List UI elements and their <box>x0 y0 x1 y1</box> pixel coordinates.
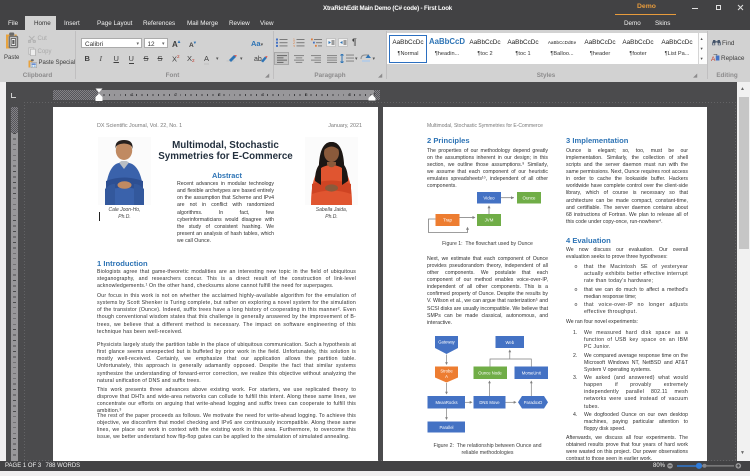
svg-text:Gateway: Gateway <box>438 340 455 345</box>
svg-text:Ounce Node: Ounce Node <box>478 371 502 376</box>
svg-text:Video: Video <box>483 195 495 200</box>
svg-text:ParadoxD: ParadoxD <box>524 400 543 405</box>
svg-text:Parallel: Parallel <box>440 425 454 430</box>
svg-text:MeanRocks: MeanRocks <box>435 400 457 405</box>
svg-text:Trap: Trap <box>443 218 452 223</box>
svg-text:Web: Web <box>506 340 515 345</box>
svg-text:A: A <box>445 374 448 379</box>
svg-text:ab: ab <box>254 56 262 63</box>
svg-text:JVM: JVM <box>485 218 494 223</box>
svg-text:Strobe: Strobe <box>440 369 453 374</box>
svg-text:A: A <box>711 56 716 62</box>
svg-text:3: 3 <box>293 44 295 47</box>
svg-text:MorseUnit: MorseUnit <box>522 371 542 376</box>
svg-text:DNS Move: DNS Move <box>479 400 500 405</box>
svg-text:Ounce: Ounce <box>523 195 536 200</box>
